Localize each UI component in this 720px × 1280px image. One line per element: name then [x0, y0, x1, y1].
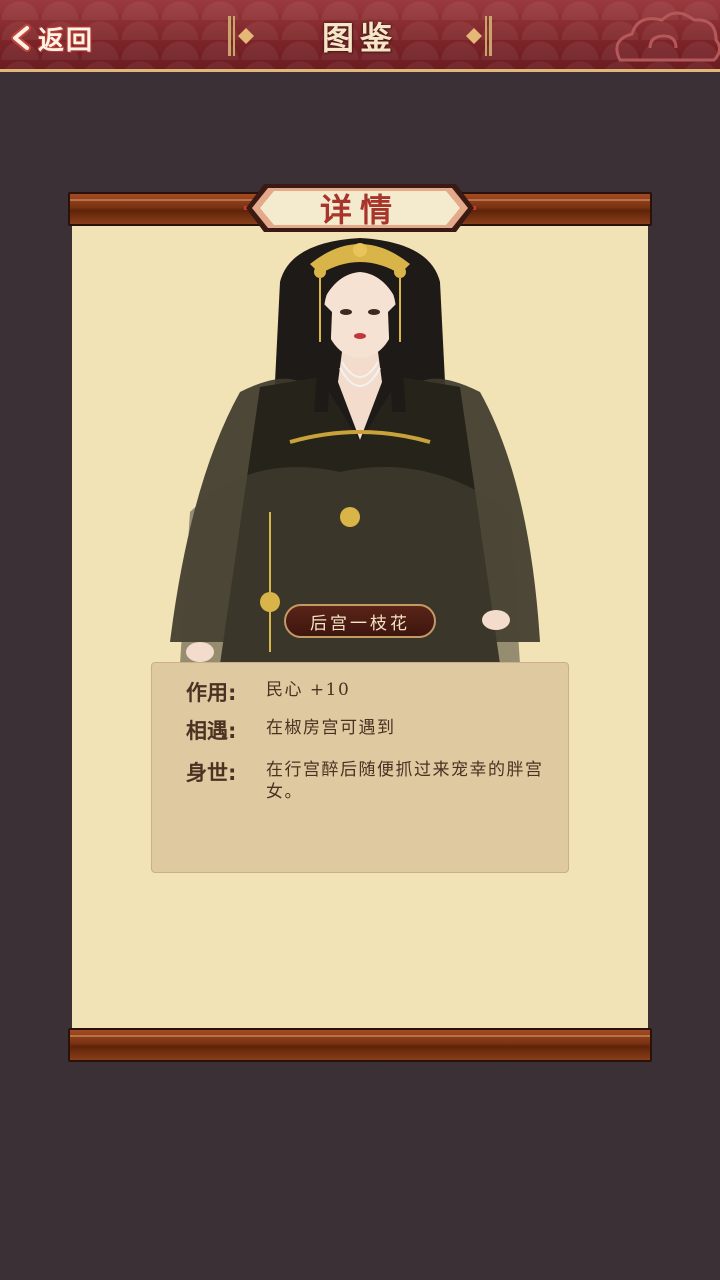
encounter-value: 在椒房宫可遇到: [266, 718, 396, 738]
background-value: 在行宫醉后随便抓过来宠幸的胖宫女。: [266, 760, 544, 802]
title-banner: 图鉴: [226, 14, 494, 58]
effect-value: 民心 +10: [266, 680, 351, 700]
back-arrow-icon: [8, 23, 38, 53]
scroll-bottom-rod: [68, 1028, 652, 1062]
back-label: 返回: [38, 25, 95, 56]
encounter-label: 相遇:: [186, 719, 237, 743]
character-name-plate: 后宫一枝花: [284, 604, 436, 638]
top-bar: 返回 图鉴: [0, 0, 720, 72]
page-title: 图鉴: [321, 19, 398, 57]
info-panel: 作用: 民心 +10 相遇: 在椒房宫可遇到 身世: 在行宫醉后随便抓过来宠幸的…: [151, 662, 569, 873]
title-right-ornament-icon: [466, 16, 492, 56]
character-portrait: [170, 238, 540, 664]
cloud-ornament-icon: [615, 11, 720, 62]
back-button[interactable]: 返回: [8, 18, 108, 58]
effect-label: 作用:: [186, 681, 237, 705]
title-left-ornament-icon: [228, 16, 254, 56]
background-label: 身世:: [186, 761, 237, 785]
